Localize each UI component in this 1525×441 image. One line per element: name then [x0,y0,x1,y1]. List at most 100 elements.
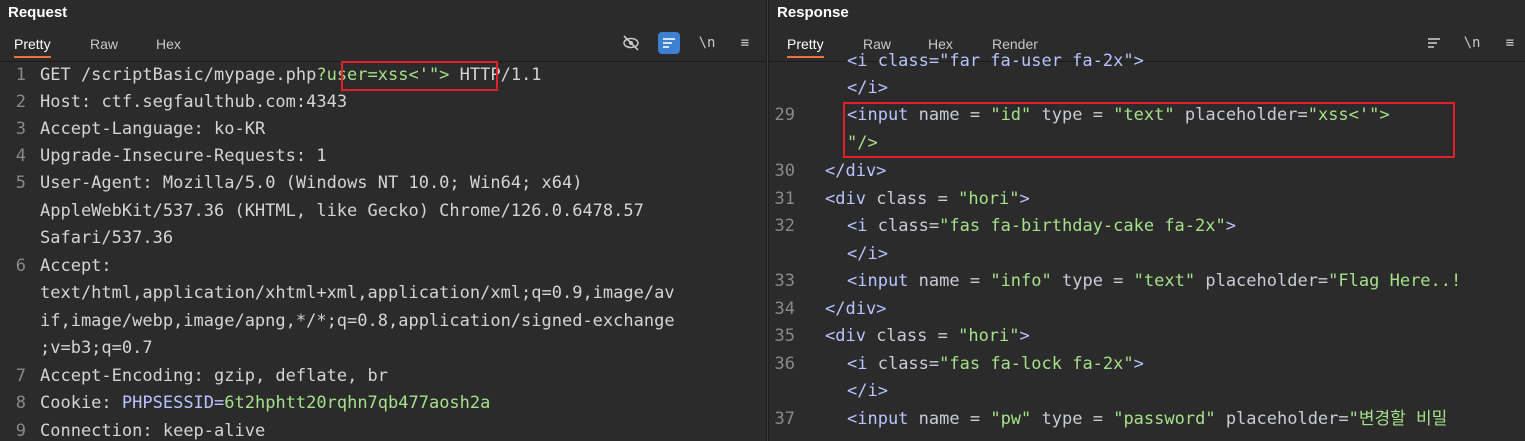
code-line: <i class="fas fa-lock fa-2x"> [847,354,1144,374]
header-name: Cookie [40,393,102,413]
attr-value: fas fa-lock fa-2x [949,354,1124,374]
line-number: 35 [774,326,795,346]
reflected-payload: xss<'"> [1317,105,1390,125]
header-continuation: if,image/webp,image/apng,*/*;q=0.8,appli… [40,311,675,331]
attr-value: text [1123,105,1165,125]
attr-continuation: "/> [847,133,878,153]
line-number: 7 [15,366,26,386]
header-continuation: Safari/537.36 [40,228,174,248]
request-gutter: 1 2 3 4 5 6 7 8 9 [0,62,32,441]
line-number: 8 [15,393,26,413]
header-value: ctf.segfaulthub.com:4343 [101,92,348,112]
attr-value: id [1000,105,1022,125]
header-value: 1 [316,146,327,166]
code-line-partial: <i class="far fa-user fa-2x"> [847,51,1144,71]
code-line: </i> [847,241,888,268]
query-value: xss<'"> [377,65,450,85]
line-number: 32 [774,216,795,236]
line-number: 36 [774,354,795,374]
code-line: <input name = "info" type = "text" place… [847,271,1462,291]
close-tag: </div> [825,161,887,181]
header-continuation: ;v=b3;q=0.7 [40,338,153,358]
header-line: Host: ctf.segfaulthub.com:4343 [40,92,348,112]
line-number: 4 [15,146,26,166]
line-number: 37 [774,409,795,429]
tab-pretty[interactable]: Pretty [787,36,824,58]
request-tools: \n ≡ [620,32,756,54]
header-line: Accept-Encoding: gzip, deflate, br [40,366,389,386]
close-tag: </i> [847,244,888,264]
request-method-path: GET /scriptBasic/mypage.php [40,65,317,85]
http-version: HTTP/1.1 [449,65,542,85]
request-editor[interactable]: 1 2 3 4 5 6 7 8 9 GET /scriptBasic/mypag… [0,61,766,441]
newline-toggle-icon[interactable]: \n [696,32,718,54]
code-line: <i class="fas fa-birthday-cake fa-2x"> [847,216,1236,236]
tab-pretty[interactable]: Pretty [14,36,51,58]
line-number: 6 [15,256,26,276]
close-tag: </div> [825,299,887,319]
menu-icon[interactable]: ≡ [734,32,756,54]
header-value: Mozilla/5.0 (Windows NT 10.0; Win64; x64… [162,173,583,193]
request-tabbar: Pretty Raw Hex \n ≡ [0,26,766,62]
line-number: 3 [15,119,26,139]
cookie-name: PHPSESSID= [121,393,225,413]
pretty-format-icon[interactable] [658,32,680,54]
attr-value: text [1143,271,1185,291]
query-key: ?user= [316,65,378,85]
newline-toggle-icon[interactable]: \n [1461,32,1483,54]
request-title: Request [0,0,766,26]
header-continuation: text/html,application/xhtml+xml,applicat… [40,283,675,303]
header-name: Upgrade-Insecure-Requests [40,146,296,166]
close-tag: </i> [847,381,888,401]
response-tools: \n ≡ [1423,32,1521,54]
request-line: GET /scriptBasic/mypage.php?user=xss<'">… [40,62,542,89]
code-line: <div class = "hori"> [825,189,1030,209]
close-tag: </i> [847,78,888,98]
line-number: 9 [15,421,26,441]
header-value: keep-alive [162,421,266,441]
header-line: User-Agent: Mozilla/5.0 (Windows NT 10.0… [40,173,583,193]
tab-hex[interactable]: Hex [156,36,181,56]
line-number: 34 [774,299,795,319]
line-number: 29 [774,105,795,125]
header-name: Connection [40,421,143,441]
header-line: Accept-Language: ko-KR [40,119,266,139]
pretty-format-icon[interactable] [1423,32,1445,54]
header-name: Accept-Encoding [40,366,194,386]
header-line: Connection: keep-alive [40,421,266,441]
hide-eye-icon[interactable] [620,32,642,54]
response-gutter: 29 30 31 32 33 34 35 36 37 [769,62,801,441]
attr-value: hori [968,326,1010,346]
tab-raw[interactable]: Raw [90,36,118,56]
code-line: </i> [847,378,888,405]
header-name: Accept [40,256,102,276]
request-pane: Request Pretty Raw Hex \n ≡ 1 2 3 4 5 6 … [0,0,766,441]
code-line: </div> [825,296,886,323]
line-number: 30 [774,161,795,181]
response-title: Response [769,0,1525,26]
code-line: </i> [847,75,888,102]
line-number: 2 [15,92,26,112]
line-number: 5 [15,173,26,193]
code-line: "/> [847,130,878,157]
header-line: Cookie: PHPSESSID=6t2hphtt20rqhn7qb477ao… [40,393,491,413]
header-continuation: AppleWebKit/537.36 (KHTML, like Gecko) C… [40,201,644,221]
cookie-value: 6t2hphtt20rqhn7qb477aosh2a [224,393,491,413]
line-number: 31 [774,189,795,209]
menu-icon[interactable]: ≡ [1499,32,1521,54]
attr-value: pw [1000,409,1022,429]
line-number: 33 [774,271,795,291]
attr-value: Flag Here..! [1338,271,1462,291]
code-line: <input name = "id" type = "text" placeho… [847,105,1390,125]
header-value: ko-KR [214,119,266,139]
header-value: gzip, deflate, br [214,366,389,386]
code-line: </div> [825,158,886,185]
header-name: Accept-Language [40,119,194,139]
header-line: Accept: [40,256,112,276]
attr-value: hori [968,189,1010,209]
attr-value: password [1123,409,1206,429]
response-editor[interactable]: 29 30 31 32 33 34 35 36 37 <i class="far… [769,51,1525,441]
header-name: User-Agent [40,173,143,193]
header-line: Upgrade-Insecure-Requests: 1 [40,146,327,166]
header-name: Host [40,92,81,112]
